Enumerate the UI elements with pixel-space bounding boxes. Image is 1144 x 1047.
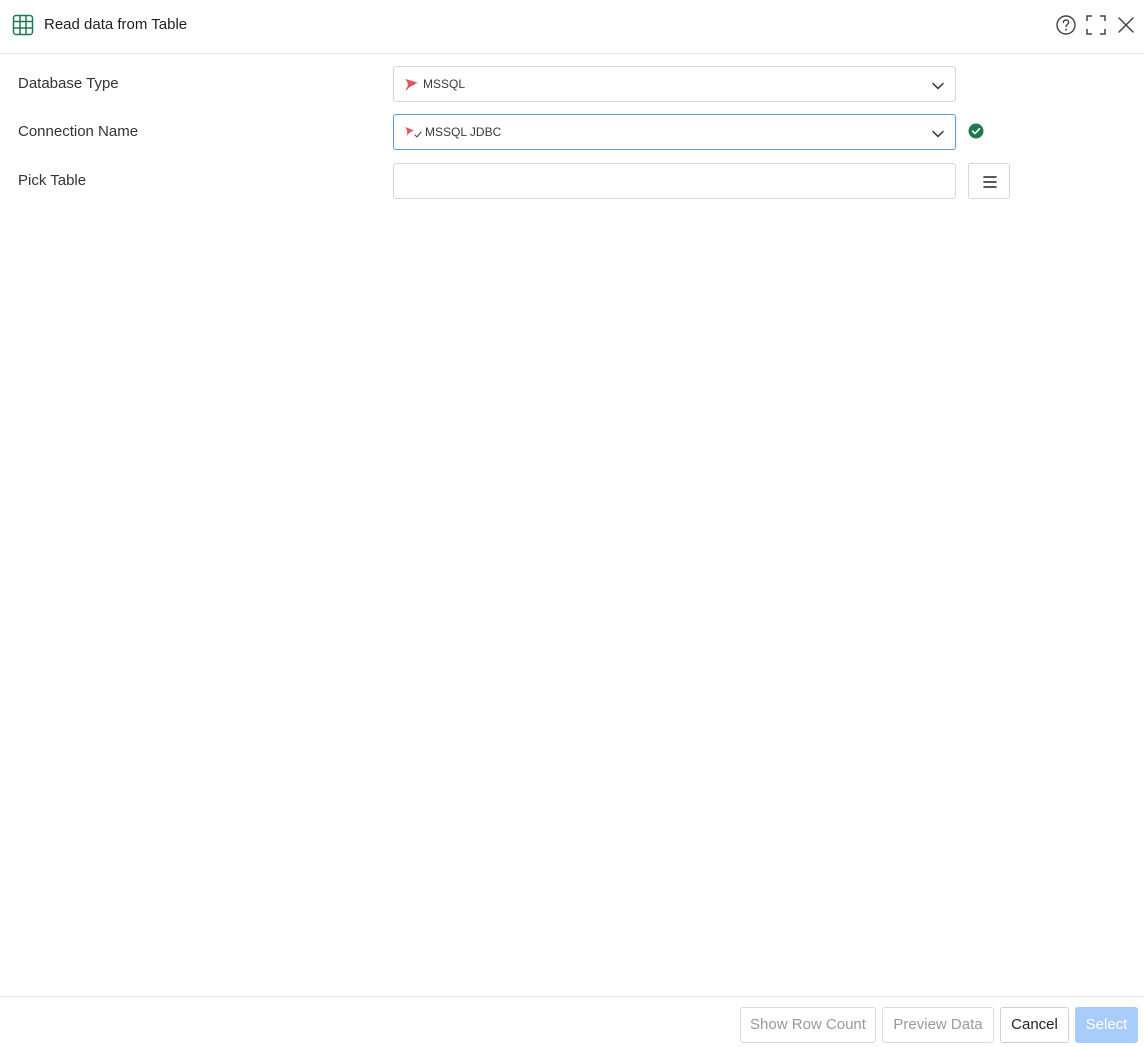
chevron-down-icon	[931, 127, 945, 139]
connection-name-value: MSSQL JDBC	[425, 125, 502, 139]
cancel-button[interactable]: Cancel	[1000, 1007, 1069, 1043]
dialog-footer: Show Row Count Preview Data Cancel Selec…	[0, 996, 1144, 1047]
close-icon[interactable]	[1115, 14, 1137, 36]
preview-data-button[interactable]: Preview Data	[882, 1007, 994, 1043]
pick-table-label: Pick Table	[18, 172, 87, 189]
database-type-label: Database Type	[18, 75, 119, 92]
maximize-icon[interactable]	[1085, 14, 1107, 36]
dialog-header: Read data from Table	[0, 0, 1144, 54]
select-button[interactable]: Select	[1075, 1007, 1138, 1043]
connection-ok-icon	[968, 123, 984, 139]
table-icon	[12, 14, 34, 36]
help-icon[interactable]	[1055, 14, 1077, 36]
database-type-select[interactable]: MSSQL	[393, 66, 956, 102]
dialog-title: Read data from Table	[44, 16, 188, 33]
mssql-connection-icon	[403, 125, 422, 141]
connection-name-label: Connection Name	[18, 123, 139, 140]
mssql-icon	[403, 77, 419, 93]
browse-tables-button[interactable]	[968, 163, 1010, 199]
read-table-dialog: Read data from Table Database Type MSSQL…	[0, 0, 1144, 1047]
chevron-down-icon	[931, 79, 945, 91]
connection-name-select[interactable]: MSSQL JDBC	[393, 114, 956, 150]
pick-table-input[interactable]	[393, 163, 956, 199]
show-row-count-button[interactable]: Show Row Count	[740, 1007, 876, 1043]
database-type-value: MSSQL	[423, 77, 466, 91]
